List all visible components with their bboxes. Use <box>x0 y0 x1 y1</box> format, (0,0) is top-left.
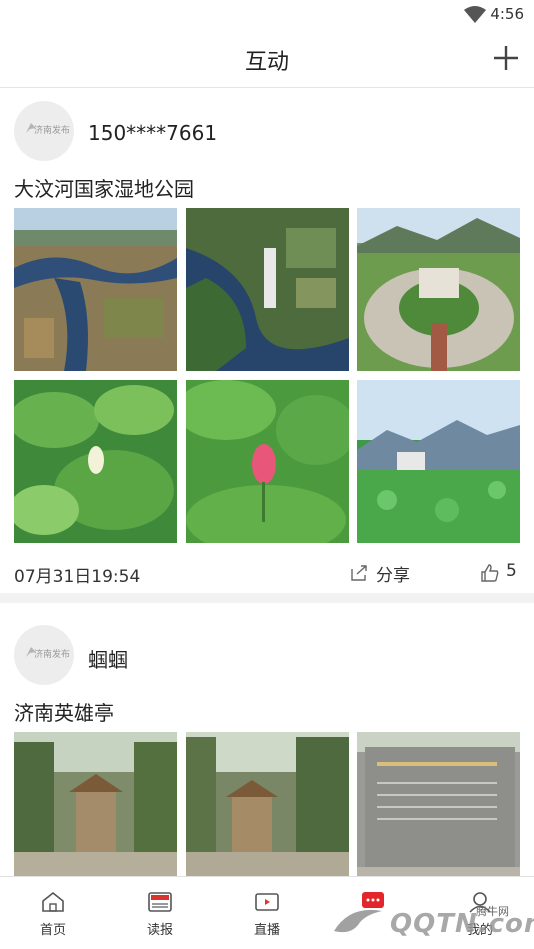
post-photo[interactable] <box>186 208 349 371</box>
tab-label: 直播 <box>253 923 280 938</box>
live-icon <box>255 893 279 911</box>
home-icon <box>42 891 64 912</box>
avatar[interactable]: 济南发布 <box>14 101 74 161</box>
add-post-icon[interactable] <box>492 44 520 72</box>
pavilion-front-image <box>14 732 177 876</box>
pink-lotus-bud-image <box>186 380 349 543</box>
post-title[interactable]: 济南英雄亭 <box>14 697 114 726</box>
lotus-field-mountains-image <box>357 380 520 543</box>
post-photo[interactable] <box>186 380 349 543</box>
post-photo[interactable] <box>186 732 349 876</box>
thumbs-up-icon <box>481 564 499 582</box>
page-title: 互动 <box>244 50 289 75</box>
status-bar: 4:56 <box>0 0 534 30</box>
avatar-logo-text: 济南发布 <box>34 650 71 660</box>
watermark-text: QQTN.com <box>390 909 534 939</box>
share-icon <box>351 565 367 581</box>
post-photo[interactable] <box>357 732 520 876</box>
tab-home[interactable]: 首页 <box>13 877 93 949</box>
pavilion-side-image <box>186 732 349 876</box>
wifi-icon <box>464 6 486 23</box>
app-header: 互动 <box>0 30 534 88</box>
like-count: 5 <box>506 561 517 581</box>
watermark-bird-icon <box>334 909 382 933</box>
post-card[interactable]: 济南发布 蝈蝈 济南英雄亭 <box>0 603 534 876</box>
post-photo[interactable] <box>14 208 177 371</box>
tab-newspaper[interactable]: 读报 <box>120 877 200 949</box>
avatar-logo-text: 济南发布 <box>34 126 71 136</box>
share-label: 分享 <box>376 566 410 586</box>
post-username[interactable]: 150****7661 <box>88 121 217 145</box>
tab-label: 读报 <box>146 923 173 938</box>
lotus-leaves-image <box>14 380 177 543</box>
status-time: 4:56 <box>490 5 524 23</box>
like-button[interactable]: 5 <box>480 561 530 583</box>
share-button[interactable]: 分享 <box>350 561 430 586</box>
news-icon <box>148 892 172 912</box>
post-photo[interactable] <box>357 380 520 543</box>
aerial-river-delta-image <box>14 208 177 371</box>
post-date: 07月31日19:54 <box>14 567 141 587</box>
post-photo[interactable] <box>14 732 177 876</box>
watermark: QQTN.com 腾牛网 <box>330 895 534 945</box>
post-photo[interactable] <box>357 208 520 371</box>
post-title[interactable]: 大汶河国家湿地公园 <box>14 173 194 202</box>
watermark-small-text: 腾牛网 <box>476 905 509 918</box>
tab-label: 首页 <box>39 923 66 938</box>
aerial-river-bend-image <box>186 208 349 371</box>
memorial-stone-wall-image <box>357 732 520 876</box>
post-divider <box>0 593 534 603</box>
avatar[interactable]: 济南发布 <box>14 625 74 685</box>
post-card[interactable]: 济南发布 150****7661 大汶河国家湿地公园 07月31日19:54 分… <box>0 89 534 592</box>
tab-live[interactable]: 直播 <box>227 877 307 949</box>
post-username[interactable]: 蝈蝈 <box>88 644 128 673</box>
memorial-arch-plaza-image <box>357 208 520 371</box>
post-photo[interactable] <box>14 380 177 543</box>
